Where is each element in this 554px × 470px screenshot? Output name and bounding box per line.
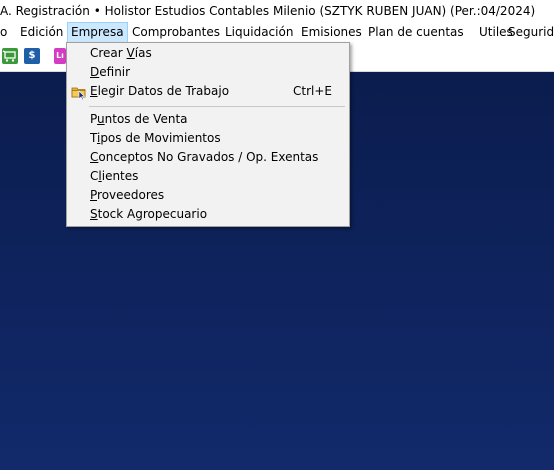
dollar-button[interactable]: $ [24,48,40,64]
window-title: A. Registración • Holistor Estudios Cont… [0,4,536,18]
menu-plan-de-cuentas[interactable]: Plan de cuentas [365,22,467,43]
menu-item-puntos-de-venta[interactable]: Puntos de Venta [67,110,349,129]
menu-comprobantes[interactable]: Comprobantes [129,22,223,43]
menu-liquidacion[interactable]: Liquidación [222,22,296,43]
menu-item-label: Elegir Datos de Trabajo [90,84,230,98]
menu-item-elegir-datos[interactable]: Elegir Datos de Trabajo Ctrl+E [67,82,349,101]
menu-separator [89,106,345,107]
title-bar: A. Registración • Holistor Estudios Cont… [0,0,554,22]
menu-seguridad[interactable]: Segurida [505,22,554,43]
menu-item-definir[interactable]: Definir [67,63,349,82]
menu-item-stock-agropecuario[interactable]: Stock Agropecuario [67,205,349,224]
menu-item-label: Stock Agropecuario [90,207,208,221]
cart-button[interactable] [2,48,18,64]
menu-archivo[interactable]: o [0,22,10,43]
folder-icon [71,87,86,100]
menu-item-label: Crear Vías [90,46,152,60]
menu-item-clientes[interactable]: Clientes [67,167,349,186]
dollar-icon: $ [28,50,36,61]
menu-empresa[interactable]: Empresa [67,22,128,43]
menu-item-conceptos-no-gravados[interactable]: Conceptos No Gravados / Op. Exentas [67,148,349,167]
menu-item-label: Definir [90,65,131,79]
empresa-dropdown-menu: Crear Vías Definir Elegir Datos de Traba… [66,42,350,227]
menu-item-label: Conceptos No Gravados / Op. Exentas [90,150,319,164]
menu-bar: o Edición Empresa Comprobantes Liquidaci… [0,22,554,43]
cart-icon [2,50,16,62]
menu-emisiones[interactable]: Emisiones [298,22,365,43]
menu-item-shortcut: Ctrl+E [293,84,332,98]
menu-item-label: Proveedores [90,188,165,202]
menu-item-proveedores[interactable]: Proveedores [67,186,349,205]
menu-item-crear-vias[interactable]: Crear Vías [67,44,349,63]
menu-edicion[interactable]: Edición [17,22,66,43]
menu-item-label: Clientes [90,169,139,183]
menu-item-label: Tipos de Movimientos [90,131,221,145]
menu-item-tipos-de-movimientos[interactable]: Tipos de Movimientos [67,129,349,148]
menu-item-label: Puntos de Venta [90,112,188,126]
pink-app-icon: Lı [56,51,64,60]
pink-app-button[interactable]: Lı [54,48,66,64]
